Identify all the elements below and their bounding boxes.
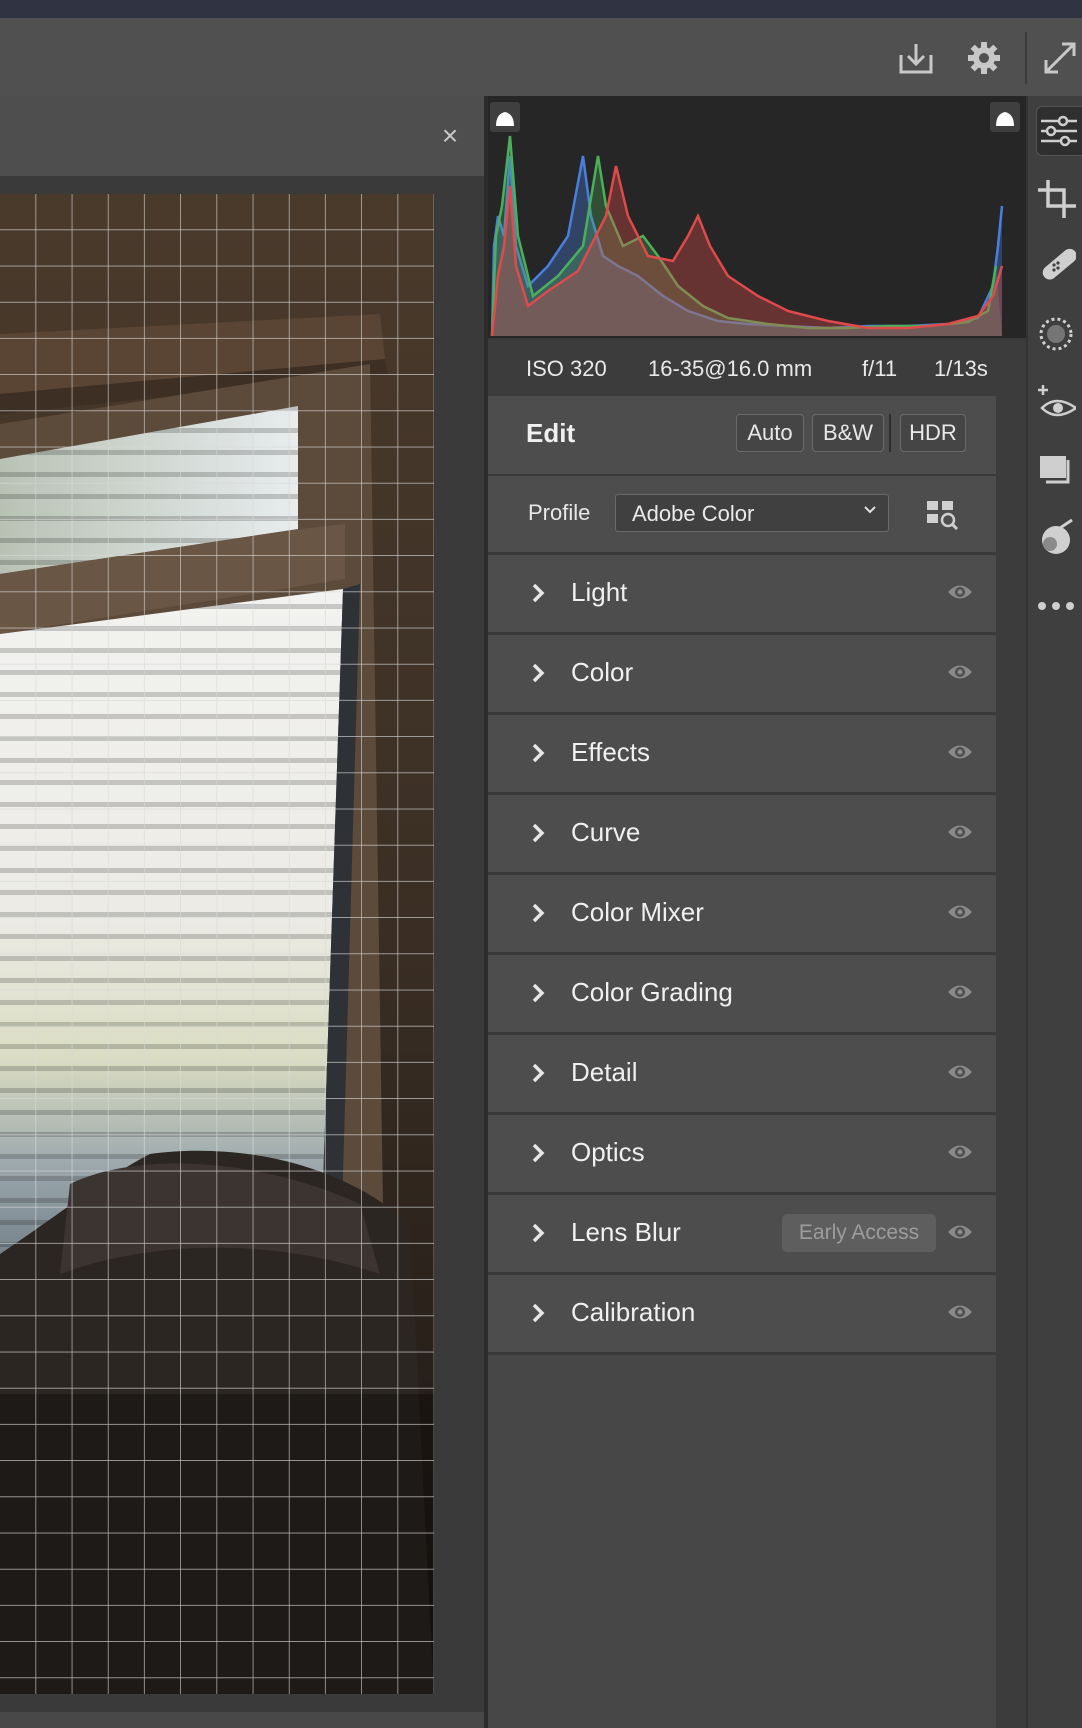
profile-browser-icon[interactable] (925, 498, 959, 532)
chevron-right-icon[interactable] (526, 1301, 550, 1325)
chevron-right-icon[interactable] (526, 1061, 550, 1085)
section-label: Lens Blur (571, 1217, 681, 1247)
section-color-grading[interactable]: Color Grading (488, 955, 996, 1035)
chevron-right-icon[interactable] (526, 981, 550, 1005)
section-label: Optics (571, 1137, 645, 1167)
section-label: Color Mixer (571, 897, 704, 927)
auto-button[interactable]: Auto (736, 414, 804, 452)
chevron-right-icon[interactable] (526, 661, 550, 685)
profile-row: Profile Adobe Color (488, 476, 996, 555)
visibility-eye-icon[interactable] (946, 1141, 974, 1163)
chevron-right-icon[interactable] (526, 741, 550, 765)
edit-title: Edit (526, 418, 576, 448)
presets-icon[interactable] (1036, 446, 1082, 494)
section-label: Curve (571, 817, 641, 847)
chevron-right-icon[interactable] (526, 1141, 550, 1165)
section-label: Calibration (571, 1297, 696, 1327)
save-download-icon[interactable] (896, 38, 936, 78)
chevron-down-icon (864, 506, 876, 514)
profile-label: Profile (528, 500, 591, 525)
chevron-right-icon[interactable] (526, 581, 550, 605)
more-icon[interactable] (1036, 582, 1082, 630)
chevron-right-icon[interactable] (526, 1221, 550, 1245)
profile-selected-value: Adobe Color (632, 501, 755, 526)
section-color-mixer[interactable]: Color Mixer (488, 875, 996, 955)
top-toolbar (0, 18, 1082, 97)
photo-canvas[interactable] (0, 194, 434, 1694)
section-color[interactable]: Color (488, 635, 996, 715)
fullscreen-icon[interactable] (1040, 38, 1080, 78)
profile-dropdown[interactable]: Adobe Color (615, 494, 889, 532)
toolbar-divider (1025, 32, 1027, 84)
aperture-value: f/11 (862, 356, 898, 381)
section-calibration[interactable]: Calibration (488, 1275, 996, 1355)
red-eye-icon[interactable] (1036, 378, 1082, 426)
visibility-eye-icon[interactable] (946, 821, 974, 843)
settings-gear-icon[interactable] (964, 38, 1004, 78)
section-curve[interactable]: Curve (488, 795, 996, 875)
tool-rail (1026, 96, 1082, 1728)
image-preview-panel: × (0, 96, 484, 1728)
section-label: Effects (571, 737, 651, 767)
visibility-eye-icon[interactable] (946, 1061, 974, 1083)
section-label: Color (571, 657, 634, 687)
camera-info-row: ISO 320 16-35@16.0 mm f/11 1/13s (488, 340, 1026, 396)
visibility-eye-icon[interactable] (946, 1301, 974, 1323)
visibility-eye-icon[interactable] (946, 1221, 974, 1243)
lens-value: 16-35@16.0 mm (648, 356, 813, 381)
section-optics[interactable]: Optics (488, 1115, 996, 1195)
highlight-clipping-icon[interactable] (990, 102, 1020, 132)
shadow-clipping-icon[interactable] (490, 102, 520, 132)
button-divider (889, 414, 891, 452)
section-detail[interactable]: Detail (488, 1035, 996, 1115)
section-label: Color Grading (571, 977, 733, 1007)
preview-footer (0, 1712, 484, 1728)
edit-sliders-icon[interactable] (1036, 106, 1082, 156)
visibility-eye-icon[interactable] (946, 661, 974, 683)
section-label: Detail (571, 1057, 638, 1087)
iso-value: ISO 320 (526, 356, 607, 381)
close-icon[interactable]: × (436, 122, 464, 150)
visibility-eye-icon[interactable] (946, 981, 974, 1003)
hdr-button[interactable]: HDR (900, 414, 966, 452)
early-access-badge: Early Access (782, 1214, 936, 1252)
preview-header: × (0, 96, 484, 176)
visibility-eye-icon[interactable] (946, 581, 974, 603)
section-label: Light (571, 577, 628, 607)
edit-header: Edit Auto B&W HDR (488, 396, 996, 477)
healing-bandage-icon[interactable] (1036, 242, 1082, 290)
masking-icon[interactable] (1036, 310, 1082, 358)
chevron-right-icon[interactable] (526, 821, 550, 845)
histogram (488, 96, 1026, 340)
crop-icon[interactable] (1036, 174, 1082, 222)
window-title-strip (0, 0, 1082, 18)
bw-button[interactable]: B&W (812, 414, 884, 452)
section-lens-blur[interactable]: Lens Blur Early Access (488, 1195, 996, 1275)
section-light[interactable]: Light (488, 555, 996, 635)
snapshots-icon[interactable] (1036, 514, 1082, 562)
chevron-right-icon[interactable] (526, 901, 550, 925)
shutter-value: 1/13s (934, 356, 988, 381)
edit-panel: Edit Auto B&W HDR Profile Adobe Color Li… (488, 396, 996, 1728)
section-effects[interactable]: Effects (488, 715, 996, 795)
visibility-eye-icon[interactable] (946, 901, 974, 923)
visibility-eye-icon[interactable] (946, 741, 974, 763)
adjustment-sections: Light Color Effects Curve Color Mixer Color G… (488, 555, 996, 1355)
